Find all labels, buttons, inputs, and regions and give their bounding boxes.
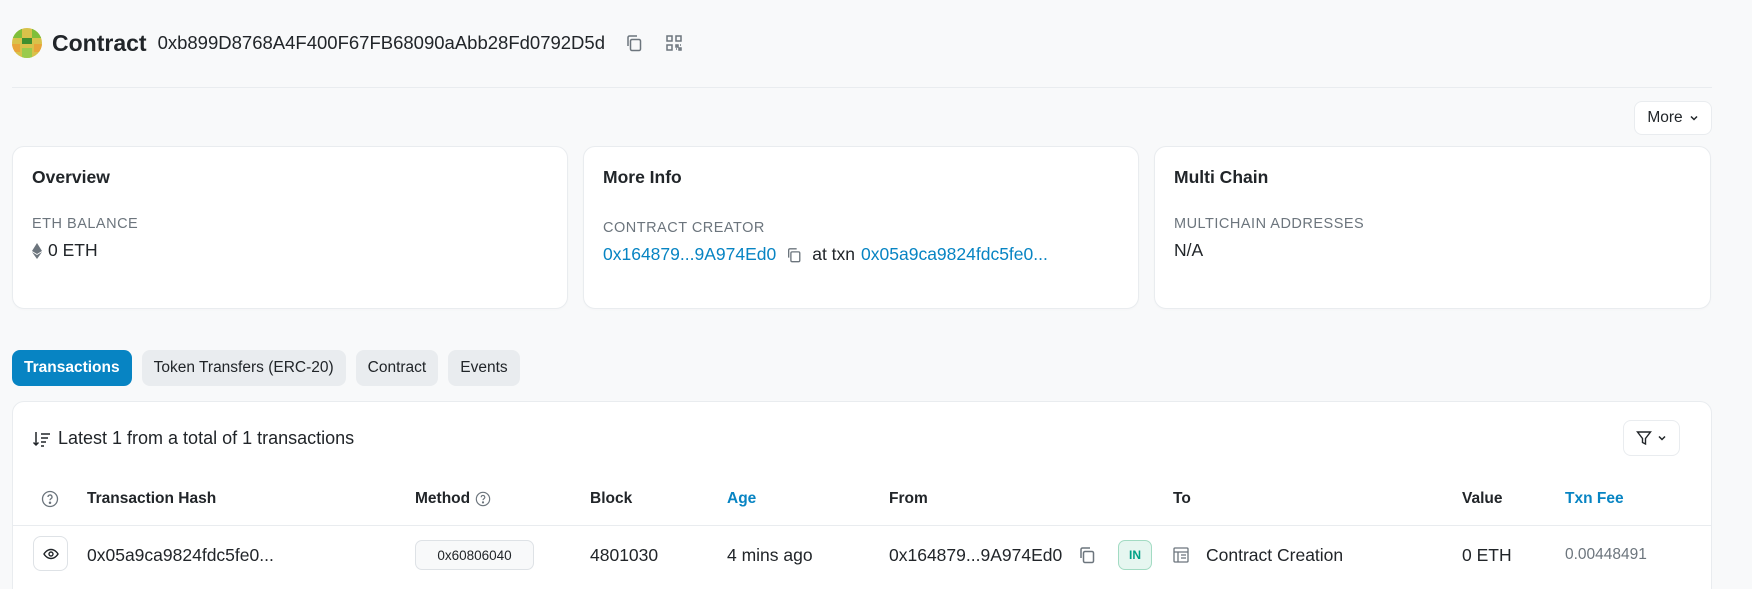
method-badge: 0x60806040 <box>415 540 534 570</box>
avatar <box>12 28 42 58</box>
col-method: Method <box>415 490 491 508</box>
eye-icon[interactable] <box>33 536 68 571</box>
copy-icon[interactable] <box>784 245 804 265</box>
creation-txn-link[interactable]: 0x05a9ca9824fdc5fe0... <box>861 244 1048 265</box>
info-icon[interactable] <box>475 491 491 507</box>
from-address-link[interactable]: 0x164879...9A974Ed0 <box>889 543 1062 567</box>
txn-fee: 0.00448491 <box>1565 546 1647 563</box>
multi-chain-title: Multi Chain <box>1174 167 1269 187</box>
chevron-down-icon <box>1690 115 1698 121</box>
col-block: Block <box>590 490 633 507</box>
at-txn-text: at txn <box>812 244 856 264</box>
tab-bar: Transactions Token Transfers (ERC-20) Co… <box>12 350 520 386</box>
multi-chain-card: Multi Chain MULTICHAIN ADDRESSES N/A <box>1154 146 1711 309</box>
overview-title: Overview <box>32 167 110 187</box>
copy-icon[interactable] <box>623 32 645 54</box>
more-button-label: More <box>1647 109 1683 126</box>
header-divider <box>12 87 1712 88</box>
multichain-addresses-label: MULTICHAIN ADDRESSES <box>1174 216 1365 232</box>
filter-button[interactable] <box>1623 420 1680 456</box>
page-title: Contract <box>52 29 147 56</box>
contract-icon <box>1172 543 1190 567</box>
eth-balance-label: ETH BALANCE <box>32 216 139 232</box>
txn-age: 4 mins ago <box>727 544 813 565</box>
tab-events[interactable]: Events <box>448 350 520 386</box>
eth-balance-value-row: 0 ETH <box>32 240 548 261</box>
chevron-down-icon <box>1658 435 1666 441</box>
txn-hash-link[interactable]: 0x05a9ca9824fdc5fe0... <box>87 543 274 567</box>
qr-code-icon[interactable] <box>663 32 685 54</box>
col-txn-fee[interactable]: Txn Fee <box>1565 490 1624 508</box>
more-button[interactable]: More <box>1634 101 1712 135</box>
copy-icon[interactable] <box>1078 543 1096 567</box>
col-transaction-hash: Transaction Hash <box>87 490 217 507</box>
contract-creator-label: CONTRACT CREATOR <box>603 220 765 236</box>
tab-contract[interactable]: Contract <box>355 350 439 386</box>
txn-value: 0 ETH <box>1462 544 1512 565</box>
col-age[interactable]: Age <box>727 490 756 508</box>
ethereum-icon <box>32 242 42 259</box>
block-link[interactable]: 4801030 <box>590 543 658 567</box>
tab-token-transfers[interactable]: Token Transfers (ERC-20) <box>141 350 346 386</box>
contract-address: 0xb899D8768A4F400F67FB68090aAbb28Fd0792D… <box>157 32 605 53</box>
creator-address-link[interactable]: 0x164879...9A974Ed0 <box>603 244 776 265</box>
to-contract-creation: Contract Creation <box>1206 544 1344 565</box>
eth-balance-value: 0 ETH <box>48 240 98 260</box>
sort-icon <box>32 431 50 447</box>
filter-icon <box>1636 431 1652 446</box>
tab-transactions[interactable]: Transactions <box>12 350 132 386</box>
direction-badge: IN <box>1118 540 1152 570</box>
contract-creator-row: 0x164879...9A974Ed0 at txn 0x05a9ca9824f… <box>603 244 1119 265</box>
help-icon[interactable] <box>41 490 59 508</box>
more-info-card: More Info CONTRACT CREATOR 0x164879...9A… <box>583 146 1139 309</box>
transactions-summary: Latest 1 from a total of 1 transactions <box>58 428 355 448</box>
transactions-summary-row: Latest 1 from a total of 1 transactions <box>32 428 354 449</box>
multichain-addresses-value: N/A <box>1174 240 1204 260</box>
col-from: From <box>889 490 928 507</box>
more-info-title: More Info <box>603 167 682 187</box>
page-header: Contract 0xb899D8768A4F400F67FB68090aAbb… <box>12 24 703 62</box>
table-header-divider <box>13 525 1711 526</box>
col-to: To <box>1173 490 1191 507</box>
col-method-label: Method <box>415 490 471 507</box>
col-value: Value <box>1462 490 1503 507</box>
overview-card: Overview ETH BALANCE 0 ETH <box>12 146 568 309</box>
